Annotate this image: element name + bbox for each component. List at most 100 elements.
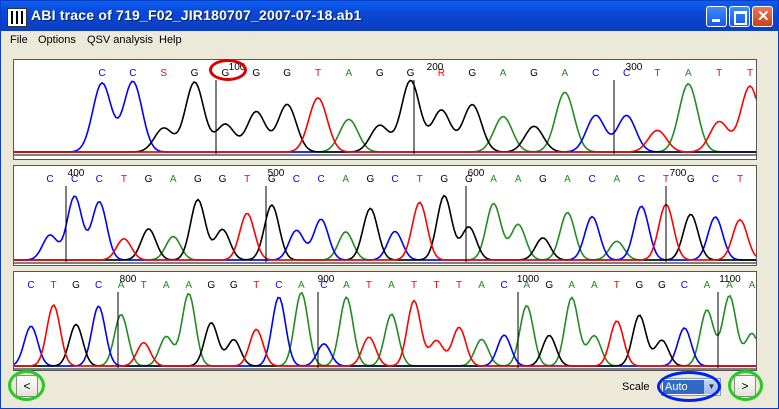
chevron-right-icon: > (741, 379, 749, 393)
base-call: C (589, 174, 596, 185)
base-call: T (737, 174, 743, 185)
app-window: ABI trace of 719_F02_JIR180707_2007-07-1… (0, 0, 779, 409)
base-call: T (747, 68, 753, 79)
position-label: 200 (427, 62, 444, 73)
base-call: C (129, 68, 136, 79)
base-call: A (515, 174, 522, 185)
trace-panel-2[interactable]: C C C T G A G G T G C C A G C T G G A A G A C A C T G C T 400 500 600 70… (13, 165, 757, 266)
base-call: A (298, 280, 305, 291)
maximize-button[interactable] (729, 6, 750, 27)
position-label: 500 (268, 168, 285, 179)
base-call: T (253, 280, 259, 291)
trace-panel-1[interactable]: C C S G G G G T A G G R G A G A C C T A T T 100 200 300 (13, 59, 757, 160)
base-call: T (315, 68, 321, 79)
position-label: 1000 (517, 274, 540, 285)
base-call: A (163, 280, 170, 291)
chevron-down-icon[interactable]: ▼ (704, 380, 719, 394)
base-call: A (478, 280, 485, 291)
base-call: G (539, 174, 547, 185)
base-call: C (27, 280, 34, 291)
base-call: A (568, 280, 575, 291)
position-label: 1100 (719, 274, 741, 285)
scale-select[interactable]: Auto ▼ (661, 378, 721, 396)
menu-qsv-analysis[interactable]: QSV analysis (87, 34, 153, 46)
minimize-button[interactable] (706, 6, 727, 27)
base-call: G (72, 280, 80, 291)
base-call: T (244, 174, 250, 185)
base-call: G (191, 68, 199, 79)
base-call: G (219, 174, 227, 185)
base-call: C (317, 174, 324, 185)
position-label: 400 (68, 168, 85, 179)
base-call: A (346, 68, 353, 79)
base-call: G (545, 280, 553, 291)
title-bar: ABI trace of 719_F02_JIR180707_2007-07-1… (1, 1, 778, 31)
base-call: A (343, 280, 350, 291)
base-call: C (275, 280, 282, 291)
base-call: T (434, 280, 440, 291)
position-label: 800 (120, 274, 137, 285)
base-call: A (704, 280, 711, 291)
base-call: T (716, 68, 722, 79)
trace-C (14, 195, 756, 261)
base-call: A (388, 280, 395, 291)
base-call: G (207, 280, 215, 291)
base-call: T (50, 280, 56, 291)
base-call: T (417, 174, 423, 185)
base-call: C (681, 280, 688, 291)
base-call: G (366, 174, 374, 185)
base-call: G (658, 280, 666, 291)
close-button[interactable]: ✕ (752, 6, 773, 27)
window-title: ABI trace of 719_F02_JIR180707_2007-07-1… (31, 7, 362, 23)
base-call: S (160, 68, 167, 79)
position-label: 900 (318, 274, 335, 285)
base-call: G (145, 174, 153, 185)
base-call: G (230, 280, 238, 291)
menu-bar: File Options QSV analysis Help (1, 31, 778, 51)
base-call: A (749, 280, 756, 291)
base-call: C (638, 174, 645, 185)
base-call: A (562, 68, 569, 79)
base-call: T (121, 174, 127, 185)
next-button[interactable]: > (734, 375, 756, 397)
trace-panel-3[interactable]: C T G C A T A A G G T C A C A T A T T T A C A G A A T G G C A A A 800 900 1… (13, 271, 757, 371)
position-label: 600 (468, 168, 485, 179)
trace-A (14, 82, 756, 153)
base-call: A (170, 174, 177, 185)
base-call: T (456, 280, 462, 291)
base-call: C (46, 174, 53, 185)
base-call: A (613, 174, 620, 185)
base-call: C (501, 280, 508, 291)
base-call: A (685, 68, 692, 79)
base-call: G (407, 68, 415, 79)
base-call: C (712, 174, 719, 185)
chevron-left-icon: < (23, 379, 31, 393)
trace-T (14, 84, 756, 153)
base-call: G (468, 68, 476, 79)
base-call: T (663, 174, 669, 185)
base-call: G (376, 68, 384, 79)
menu-options[interactable]: Options (38, 34, 76, 46)
base-call: C (592, 68, 599, 79)
base-call: A (342, 174, 349, 185)
scale-label: Scale (622, 381, 650, 393)
base-call: T (141, 280, 147, 291)
base-call: G (283, 68, 291, 79)
prev-button[interactable]: < (16, 375, 38, 397)
minimize-icon (712, 19, 720, 22)
base-call: G (687, 174, 695, 185)
app-icon (7, 8, 27, 27)
base-call: C (391, 174, 398, 185)
base-call: A (490, 174, 497, 185)
base-call: A (591, 280, 598, 291)
trace-G (14, 79, 756, 153)
base-call: G (440, 174, 448, 185)
base-call: G (194, 174, 202, 185)
base-call: C (95, 280, 102, 291)
menu-file[interactable]: File (10, 34, 28, 46)
position-label: 700 (670, 168, 687, 179)
base-call: G (530, 68, 538, 79)
menu-help[interactable]: Help (159, 34, 182, 46)
maximize-icon (734, 11, 747, 25)
close-icon: ✕ (757, 8, 770, 25)
